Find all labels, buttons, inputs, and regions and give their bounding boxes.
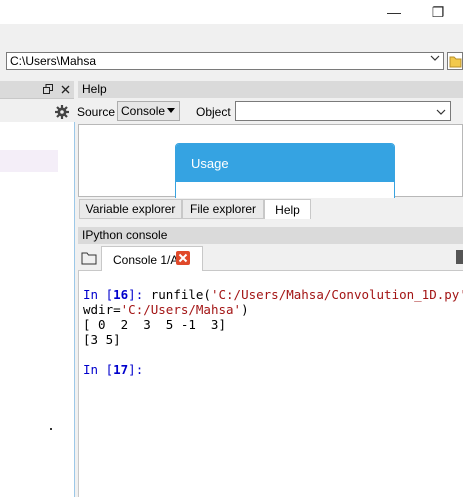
object-combo[interactable]	[235, 101, 451, 121]
tab-help[interactable]: Help	[264, 199, 311, 219]
console-line-3: [ 0 2 3 5 -1 3]	[83, 317, 226, 332]
chevron-down-icon[interactable]	[436, 108, 446, 116]
highlighted-row[interactable]	[0, 150, 58, 172]
usage-header: Usage	[176, 144, 394, 182]
help-pane-header: Help	[78, 81, 463, 98]
caret-down-icon	[167, 108, 175, 113]
close-console-button[interactable]	[176, 251, 190, 265]
source-select[interactable]: Console	[117, 101, 180, 121]
undock-icon	[43, 84, 53, 94]
close-pane-button[interactable]	[58, 82, 72, 96]
working-directory-combo[interactable]: C:\Users\Mahsa	[6, 52, 444, 70]
usage-box: Usage	[175, 143, 395, 199]
folder-outline-icon	[81, 252, 97, 265]
console-pane-title: IPython console	[82, 228, 168, 242]
minimize-icon: —	[387, 4, 401, 20]
source-label: Source	[77, 105, 116, 119]
console-line-5: In [17]:	[83, 362, 144, 377]
close-icon	[61, 85, 69, 93]
folder-icon	[449, 56, 462, 68]
console-scroll-handle[interactable]	[456, 250, 463, 264]
chevron-down-icon[interactable]	[430, 54, 440, 65]
options-button[interactable]	[54, 104, 70, 120]
left-pane-content	[0, 122, 75, 497]
restore-icon: ❐	[431, 3, 445, 20]
tab-file-explorer[interactable]: File explorer	[182, 199, 264, 219]
dot-marker	[50, 428, 52, 430]
console-pane-header: IPython console	[78, 227, 463, 244]
usage-title: Usage	[191, 156, 229, 171]
new-console-button[interactable]	[81, 251, 97, 265]
restore-button[interactable]: ❐	[420, 0, 456, 24]
undock-button[interactable]	[41, 82, 55, 96]
tab-variable-explorer[interactable]: Variable explorer	[79, 199, 182, 219]
browse-folder-button[interactable]	[447, 52, 463, 70]
close-icon	[178, 253, 188, 263]
minimize-button[interactable]: —	[376, 0, 412, 24]
help-pane-title: Help	[82, 82, 107, 96]
console-line-4: [3 5]	[83, 332, 121, 347]
console-tab-label: Console 1/A	[113, 253, 179, 267]
object-label: Object	[196, 105, 231, 119]
console-line-1: In [16]: runfile('C:/Users/Mahsa/Convolu…	[83, 287, 463, 302]
working-directory-value: C:\Users\Mahsa	[10, 54, 97, 68]
console-line-2: wdir='C:/Users/Mahsa')	[83, 302, 249, 317]
gear-icon	[55, 105, 69, 119]
source-select-value: Console	[121, 104, 166, 118]
console-tab[interactable]: Console 1/A	[101, 246, 203, 271]
